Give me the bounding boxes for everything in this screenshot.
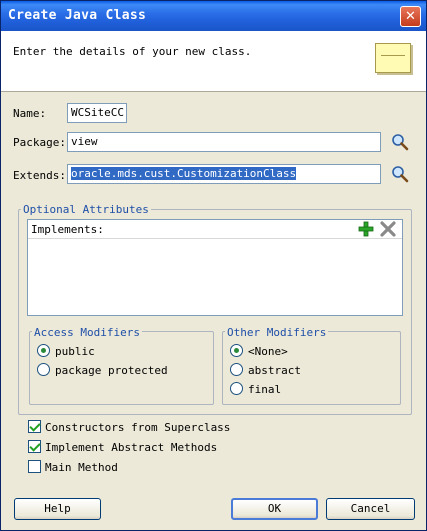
radio-none-label: <None> <box>248 345 288 358</box>
checkbox-implement-abstract-label: Implement Abstract Methods <box>45 441 218 454</box>
extends-value: oracle.mds.cust.CustomizationClass <box>71 167 297 180</box>
checkbox-constructors-label: Constructors from Superclass <box>45 421 231 434</box>
package-field[interactable]: view <box>67 132 381 152</box>
package-label: Package: <box>13 136 66 149</box>
radio-package-protected[interactable] <box>37 363 50 376</box>
dialog-header: Enter the details of your new class. <box>1 31 426 92</box>
other-modifiers-legend: Other Modifiers <box>225 326 329 339</box>
checkbox-main-method-label: Main Method <box>45 461 118 474</box>
search-icon[interactable] <box>391 165 409 183</box>
implements-label: Implements: <box>31 223 104 236</box>
optional-attributes-legend: Optional Attributes <box>21 203 151 216</box>
radio-final-label: final <box>248 383 282 396</box>
cancel-button[interactable]: Cancel <box>326 498 415 520</box>
implements-header: Implements: <box>28 220 402 239</box>
radio-package-protected-label: package protected <box>55 364 168 377</box>
radio-final[interactable] <box>230 382 243 395</box>
help-button[interactable]: Help <box>14 498 101 520</box>
header-text: Enter the details of your new class. <box>13 45 252 58</box>
radio-abstract-label: abstract <box>248 364 301 377</box>
extends-field[interactable]: oracle.mds.cust.CustomizationClass <box>67 164 381 184</box>
extends-label: Extends: <box>13 169 66 182</box>
name-field[interactable]: WCSiteCC <box>67 103 127 123</box>
add-icon[interactable] <box>358 221 374 237</box>
ok-button[interactable]: OK <box>231 498 318 520</box>
radio-abstract[interactable] <box>230 363 243 376</box>
note-icon <box>375 43 411 73</box>
checkbox-main-method[interactable] <box>28 460 41 473</box>
remove-icon[interactable] <box>380 221 396 237</box>
access-modifiers-legend: Access Modifiers <box>32 326 142 339</box>
radio-none[interactable] <box>230 344 243 357</box>
implements-list[interactable]: Implements: <box>27 219 403 316</box>
title-bar[interactable]: Create Java Class ✕ <box>1 1 426 31</box>
search-icon[interactable] <box>391 133 409 151</box>
radio-public-label: public <box>55 345 95 358</box>
window-title: Create Java Class <box>8 8 147 23</box>
radio-public[interactable] <box>37 344 50 357</box>
name-label: Name: <box>13 107 47 120</box>
checkbox-constructors[interactable] <box>28 420 41 433</box>
checkbox-implement-abstract[interactable] <box>28 440 41 453</box>
close-icon[interactable]: ✕ <box>400 6 421 27</box>
dialog-window: Create Java Class ✕ Enter the details of… <box>0 0 427 531</box>
